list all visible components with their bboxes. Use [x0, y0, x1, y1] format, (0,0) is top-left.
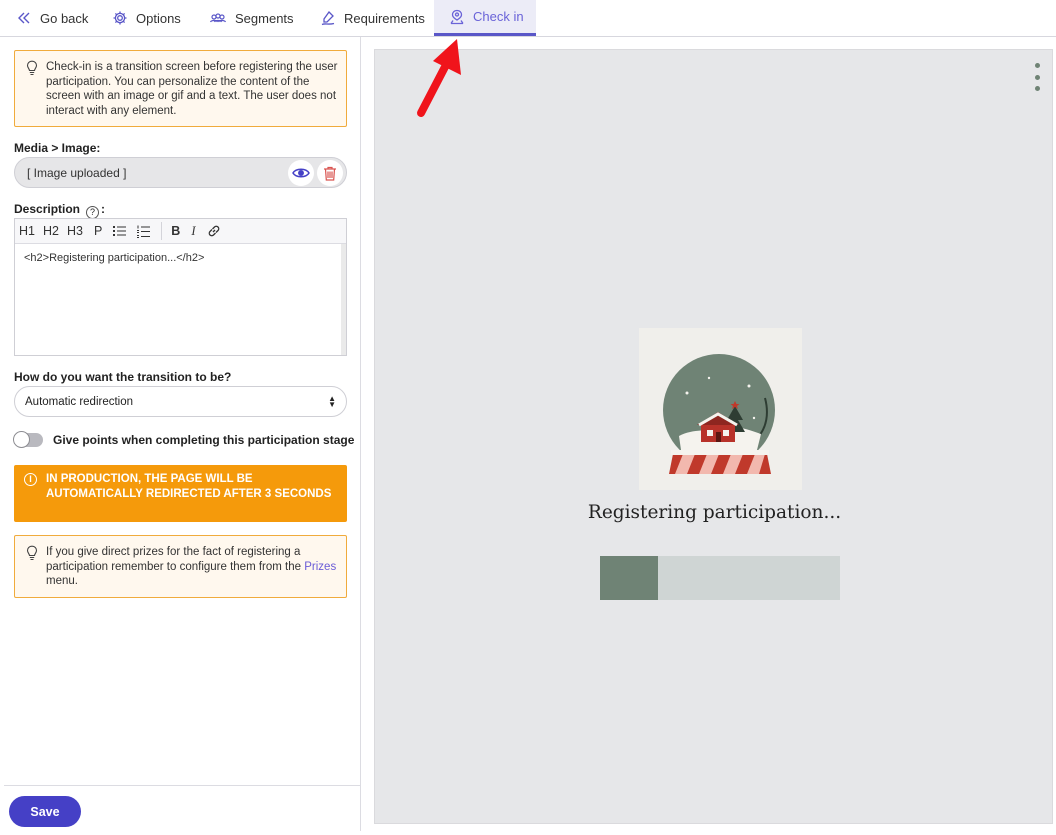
double-chevron-left-icon: [18, 12, 30, 24]
panel-footer: Save: [4, 785, 360, 831]
media-label: Media > Image:: [14, 141, 101, 155]
progress-bar-fill: [600, 556, 658, 600]
editor-content[interactable]: <h2>Registering participation...</h2>: [15, 244, 346, 272]
bullet-list-icon: [113, 226, 127, 236]
settings-panel: Check-in is a transition screen before r…: [4, 37, 361, 831]
trash-icon: [324, 166, 336, 181]
select-caret-icon: ▲ ▼: [328, 394, 336, 409]
tab-requirements-label: Requirements: [344, 10, 425, 26]
go-back-label: Go back: [40, 10, 89, 26]
lightbulb-icon: [26, 545, 38, 561]
redirect-warning-banner: i IN PRODUCTION, THE PAGE WILL BE AUTOMA…: [14, 465, 347, 522]
gear-icon: [113, 11, 127, 25]
eye-icon: [292, 168, 310, 178]
bold-button[interactable]: B: [171, 224, 180, 238]
info-icon: i: [24, 473, 37, 486]
progress-bar: [600, 556, 840, 600]
paragraph-button[interactable]: P: [94, 224, 102, 238]
link-icon: [208, 225, 219, 237]
tab-options[interactable]: Options: [112, 0, 181, 36]
transition-select[interactable]: Automatic redirection ▲ ▼: [14, 386, 347, 417]
prizes-info-text-end: menu.: [46, 575, 78, 587]
italic-button[interactable]: I: [191, 224, 195, 239]
tab-segments-label: Segments: [235, 10, 294, 26]
tab-requirements[interactable]: Requirements: [320, 0, 425, 36]
redirect-warning-text: IN PRODUCTION, THE PAGE WILL BE AUTOMATI…: [46, 473, 332, 500]
users-group-icon: [209, 13, 227, 23]
preview-image-button[interactable]: [288, 160, 314, 186]
heading-3-button[interactable]: H3: [67, 224, 83, 238]
prizes-link[interactable]: Prizes: [304, 561, 336, 573]
toggle-knob: [13, 431, 30, 448]
heading-2-button[interactable]: H2: [43, 224, 59, 238]
prizes-info-text: If you give direct prizes for the fact o…: [46, 546, 302, 573]
more-options-icon[interactable]: [1032, 63, 1042, 91]
points-toggle-label: Give points when completing this partici…: [53, 433, 355, 447]
prizes-info-box: If you give direct prizes for the fact o…: [14, 535, 347, 598]
points-toggle[interactable]: [13, 431, 43, 448]
editor-scrollbar[interactable]: [341, 244, 346, 355]
description-editor[interactable]: H1 H2 H3 P B I <h2>Registering participa…: [14, 218, 347, 356]
toolbar-divider: [161, 222, 163, 240]
lightbulb-icon: [26, 60, 38, 76]
transition-label: How do you want the transition to be?: [14, 370, 232, 384]
delete-image-button[interactable]: [317, 160, 343, 186]
snow-globe-image: [639, 328, 802, 490]
save-button[interactable]: Save: [9, 796, 81, 827]
description-label-text: Description: [14, 202, 81, 216]
numbered-list-button[interactable]: [137, 225, 151, 238]
tab-check-in[interactable]: Check in: [434, 0, 536, 36]
tab-segments[interactable]: Segments: [209, 0, 294, 36]
link-button[interactable]: [207, 224, 221, 238]
preview-title: Registering participation...: [587, 502, 842, 523]
bullet-list-button[interactable]: [113, 225, 127, 237]
media-value: [ Image uploaded ]: [27, 165, 127, 180]
check-in-info-box: Check-in is a transition screen before r…: [14, 50, 347, 127]
top-navigation: Go back Options Segments Requirements Ch…: [0, 0, 1056, 37]
signature-icon: [321, 10, 335, 26]
description-label: Description?:: [14, 202, 105, 219]
preview-area: Registering participation...: [374, 49, 1053, 824]
check-in-info-text: Check-in is a transition screen before r…: [46, 61, 338, 117]
tab-check-in-label: Check in: [473, 9, 524, 24]
editor-toolbar: H1 H2 H3 P B I: [15, 219, 346, 244]
tab-options-label: Options: [136, 10, 181, 26]
description-label-colon: :: [101, 202, 106, 216]
heading-1-button[interactable]: H1: [19, 224, 35, 238]
map-pin-user-icon: [450, 9, 464, 24]
red-annotation-arrow: [417, 39, 461, 117]
points-toggle-row: Give points when completing this partici…: [13, 431, 355, 448]
transition-value: Automatic redirection: [25, 395, 134, 408]
numbered-list-icon: [137, 225, 151, 238]
go-back-button[interactable]: Go back: [16, 0, 88, 36]
